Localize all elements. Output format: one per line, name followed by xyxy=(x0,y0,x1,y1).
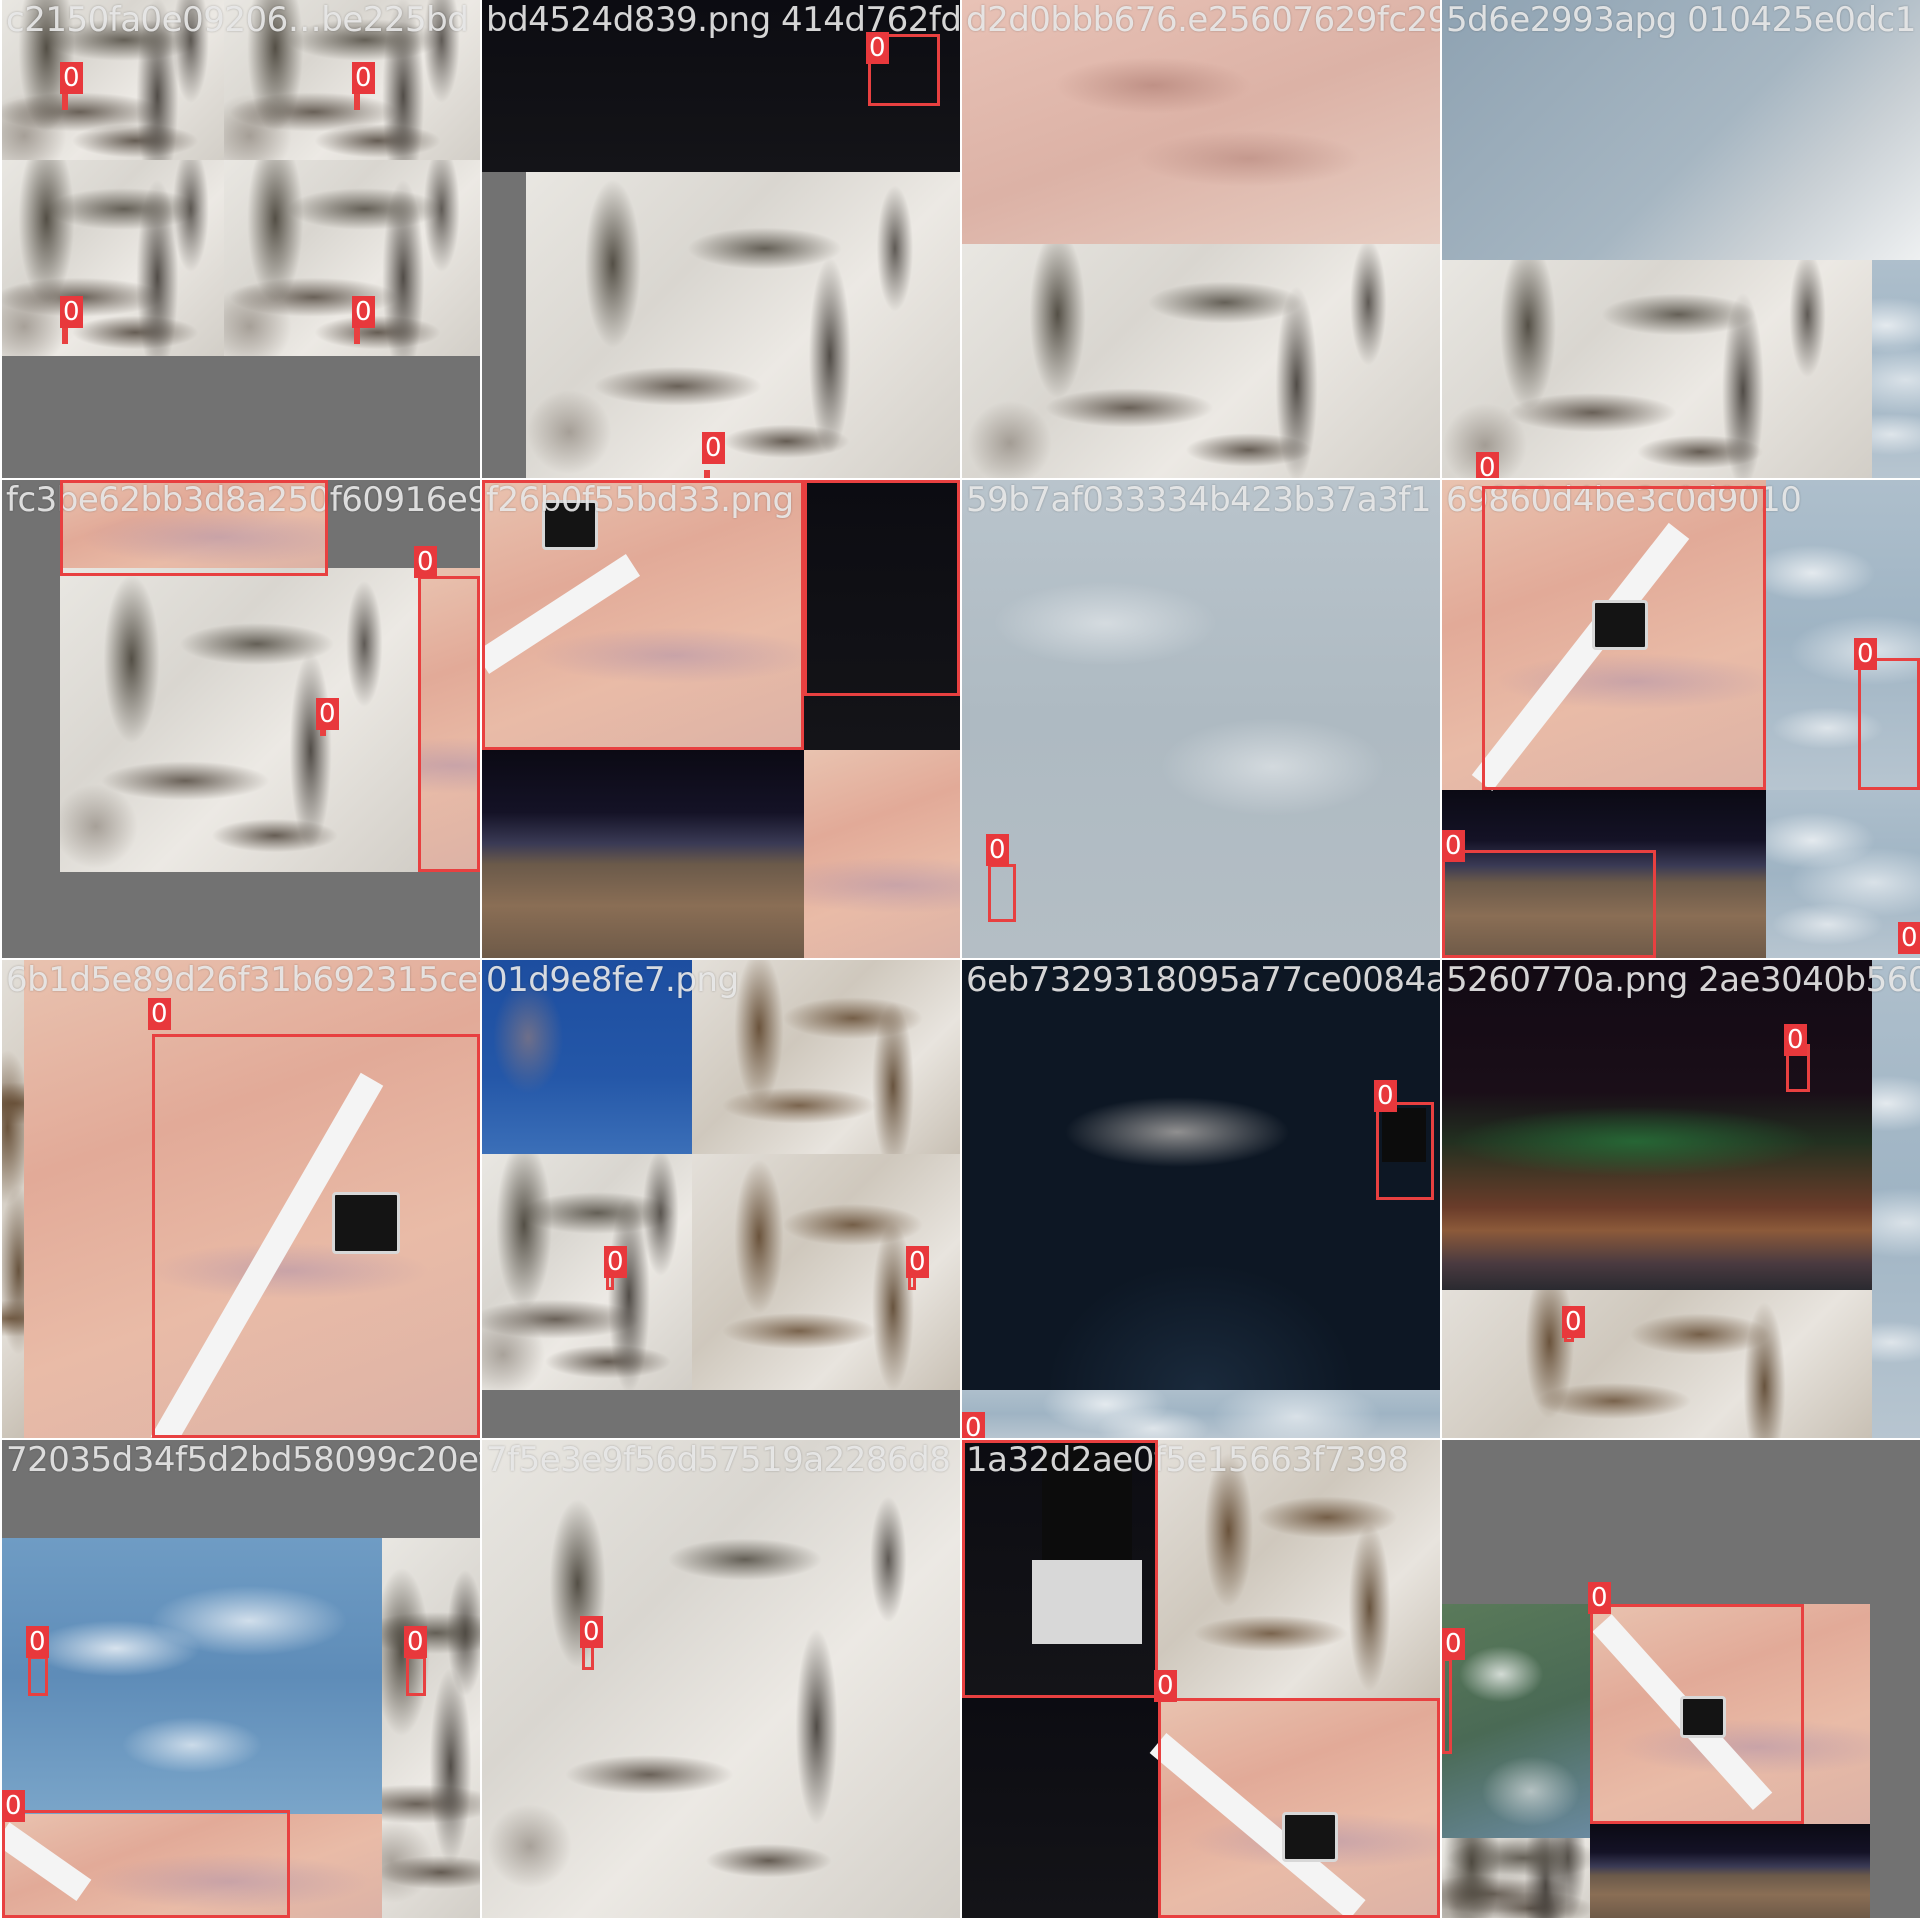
glacier-image xyxy=(526,172,960,478)
class-label: 0 xyxy=(148,998,171,1030)
bounding-box xyxy=(1158,1698,1440,1918)
class-label: 0 xyxy=(986,834,1009,866)
class-label: 0 xyxy=(604,1246,627,1278)
mosaic-tile-6: f26b0f55bd33.png xyxy=(482,480,960,958)
class-label: 0 xyxy=(60,296,83,328)
class-label: 0 xyxy=(1374,1080,1397,1112)
bounding-box xyxy=(482,480,804,750)
bounding-box xyxy=(804,480,960,696)
bounding-box xyxy=(406,1656,426,1696)
mosaic-tile-5: fc3be62bb3d8a250f60916e9fe3bd3e7c67ef1ef… xyxy=(2,480,480,958)
terrain-image xyxy=(962,0,1440,244)
class-label: 0 xyxy=(26,1626,49,1658)
bounding-box xyxy=(28,1656,48,1696)
sea-image xyxy=(482,960,692,1154)
glacier-image xyxy=(1442,1290,1872,1438)
glacier-image xyxy=(2,0,224,160)
bounding-box xyxy=(704,470,710,478)
bounding-box xyxy=(1376,1102,1434,1200)
mosaic-tile-14: 7f5e3e9f56d57519a2286d8 0 xyxy=(482,1440,960,1918)
class-label: 0 xyxy=(1784,1024,1807,1056)
class-label: 0 xyxy=(962,1412,985,1438)
mosaic-tile-13: 72035d34f5d2bd58099c20efc98a6464850c0750… xyxy=(2,1440,480,1918)
class-label: 0 xyxy=(352,296,375,328)
bounding-box xyxy=(1482,486,1766,790)
class-label: 0 xyxy=(906,1246,929,1278)
mosaic-tile-15: 1a32d2ae0f5e15663f7398 0 xyxy=(962,1440,1440,1918)
clouds-image xyxy=(1872,960,1920,1438)
class-label: 0 xyxy=(1442,830,1465,862)
glacier-image xyxy=(962,244,1440,478)
mosaic-tile-1: c2150fa0e09206…be225bd 0 0 0 0 xyxy=(2,0,480,478)
class-label: 0 xyxy=(580,1616,603,1648)
class-label: 0 xyxy=(60,62,83,94)
mosaic-tile-4: 5d6e2993apg 010425e0dc1 0 xyxy=(1442,0,1920,478)
clouds-image xyxy=(962,1390,1440,1438)
bounding-box xyxy=(152,1034,480,1438)
bounding-box xyxy=(1858,658,1920,790)
bounding-box xyxy=(1442,1658,1452,1754)
glacier-image xyxy=(482,1440,960,1918)
glacier-image xyxy=(1442,1838,1590,1918)
glacier-image xyxy=(382,1538,480,1918)
glacier-image xyxy=(1442,260,1872,478)
ocean-clouds-image xyxy=(2,1538,382,1814)
bounding-box xyxy=(2,1810,290,1918)
glacier-image xyxy=(60,568,418,872)
class-label: 0 xyxy=(1442,1628,1465,1660)
mosaic-tile-8: 69860d4be3c0d9010 0 0 0 xyxy=(1442,480,1920,958)
bounding-box xyxy=(418,576,480,872)
mosaic-tile-11: 6eb7329318095a77ce0084a25 0 0 xyxy=(962,960,1440,1438)
earth-night-image xyxy=(962,960,1440,1390)
class-label: 0 xyxy=(352,62,375,94)
class-label: 0 xyxy=(1476,452,1499,478)
glacier-image xyxy=(692,960,960,1154)
class-label: 0 xyxy=(316,698,339,730)
mosaic-tile-12: 5260770a.png 2ae3040b560 0 0 xyxy=(1442,960,1920,1438)
class-label: 0 xyxy=(2,1790,25,1822)
bounding-box xyxy=(60,480,328,576)
class-label: 0 xyxy=(702,432,725,464)
mosaic-tile-7: 59b7af033334b423b37a3f1 0 xyxy=(962,480,1440,958)
clouds-image xyxy=(962,480,1440,958)
mosaic-tile-2: bd4524d839.png 414d762fd152 0 0 xyxy=(482,0,960,478)
bounding-box xyxy=(988,864,1016,922)
clouds-image xyxy=(1766,790,1920,958)
aurora-image xyxy=(1442,960,1872,1290)
clouds-image xyxy=(1872,260,1920,478)
class-label: 0 xyxy=(404,1626,427,1658)
bounding-box xyxy=(1442,850,1656,958)
mosaic-tile-3: d2d0bbb676.e25607629fc29 xyxy=(962,0,1440,478)
mosaic-tile-16: 0 0 xyxy=(1442,1440,1920,1918)
class-label: 0 xyxy=(1154,1670,1177,1702)
bounding-box xyxy=(962,1440,1158,1698)
mosaic-grid: c2150fa0e09206…be225bd 0 0 0 0 bd4524d83… xyxy=(0,0,1920,1920)
mosaic-tile-10: 01d9e8fe7.png 0 0 xyxy=(482,960,960,1438)
earth-horizon-image xyxy=(482,750,804,958)
bounding-box xyxy=(1590,1604,1804,1824)
class-label: 0 xyxy=(414,546,437,578)
desert-image xyxy=(804,750,960,958)
class-label: 0 xyxy=(1562,1306,1585,1338)
class-label: 0 xyxy=(1898,922,1920,954)
space-image xyxy=(962,1698,1158,1918)
glacier-image xyxy=(482,1154,692,1390)
class-label: 0 xyxy=(1588,1582,1611,1614)
mosaic-tile-9: 6b1d5e89d26f31b692315cef80de494f607c6921… xyxy=(2,960,480,1438)
image-filename-caption: 72035d34f5d2bd58099c20efc98a6464850c0750… xyxy=(6,1440,480,1480)
glacier-image xyxy=(1158,1440,1440,1698)
class-label: 0 xyxy=(1854,638,1877,670)
glacier-image xyxy=(2,960,24,1438)
atmosphere-image xyxy=(1442,0,1920,260)
glacier-image xyxy=(2,160,224,356)
class-label: 0 xyxy=(866,32,889,64)
earth-horizon-image xyxy=(1590,1824,1870,1918)
